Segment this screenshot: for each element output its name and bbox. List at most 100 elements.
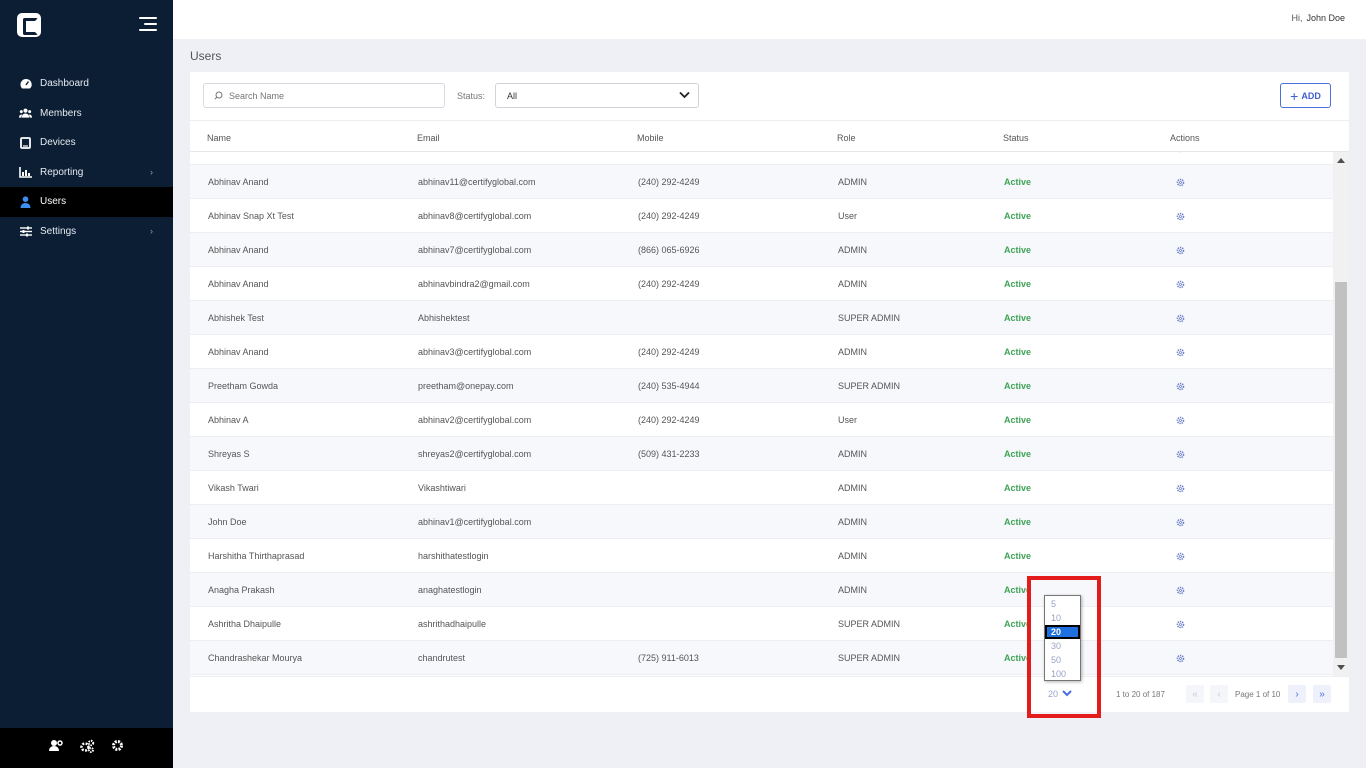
table-row[interactable]: Abhinav A abhinav2@certifyglobal.com (240)… (190, 403, 1333, 437)
gear-icon[interactable] (1176, 348, 1185, 359)
cell-role: SUPER ADMIN (838, 619, 901, 629)
gear-icon[interactable] (1176, 518, 1185, 529)
chevron-down-icon (1062, 689, 1072, 699)
table-row[interactable]: Harshitha Thirthaprasad harshithatestlogi… (190, 539, 1333, 573)
gear-icon[interactable] (1176, 178, 1185, 189)
cell-email: chandrutest (418, 653, 466, 663)
cell-status: Active (1004, 551, 1032, 561)
table-row[interactable]: John Doe abhinav1@certifyglobal.com ADMIN A… (190, 505, 1333, 539)
gear-icon[interactable] (1176, 382, 1185, 393)
add-button-label: ADD (1301, 90, 1321, 101)
page-size-option-5[interactable]: 5 (1045, 597, 1080, 611)
gear-icon[interactable] (1176, 416, 1185, 427)
search-input[interactable] (229, 90, 429, 101)
cell-status: Active (1004, 653, 1032, 663)
cogs-icon[interactable] (79, 739, 95, 758)
table-row[interactable]: Chandrashekar Mourya chandrutest (725) 911… (190, 641, 1333, 675)
cell-status: Active (1004, 347, 1032, 357)
gear-icon[interactable] (1176, 450, 1185, 461)
cell-name: Harshitha Thirthaprasad (208, 551, 305, 561)
cell-email: abhinav11@certifyglobal.com (418, 177, 536, 187)
search-icon (214, 87, 223, 105)
gear-icon[interactable] (1176, 280, 1185, 291)
scroll-down-arrow[interactable] (1337, 665, 1345, 670)
sidebar-item-settings[interactable]: Settings › (0, 217, 173, 247)
plus-icon: + (1290, 87, 1299, 104)
cell-name: Ashritha Dhaipulle (208, 619, 282, 629)
chevron-down-icon (679, 91, 690, 101)
app-logo[interactable] (17, 13, 41, 37)
cell-status: Active (1004, 177, 1032, 187)
table-row[interactable]: Abhinav Snap Xt Test abhinav8@certifyglob… (190, 199, 1333, 233)
gear-icon[interactable] (1176, 654, 1185, 665)
gear-icon[interactable] (1176, 212, 1185, 223)
cell-mobile: (240) 292-4249 (638, 279, 700, 289)
page-size-option-20[interactable]: 20 (1045, 625, 1080, 639)
sidebar-item-dashboard[interactable]: Dashboard (0, 69, 173, 99)
cell-mobile: (240) 292-4249 (638, 211, 700, 221)
pagination: 20 1 to 20 of 187 « ‹ Page 1 of 10 › » (190, 676, 1349, 712)
table-row[interactable]: Abhinav Anand abhinav7@certifyglobal.com (… (190, 233, 1333, 267)
column-header-status[interactable]: Status (1003, 133, 1029, 143)
add-user-button[interactable]: + ADD (1280, 83, 1331, 108)
column-header-role[interactable]: Role (837, 133, 856, 143)
table-row[interactable]: Preetham Gowda preetham@onepay.com (240) 5… (190, 369, 1333, 403)
gear-icon[interactable] (1176, 246, 1185, 257)
cell-role: ADMIN (838, 245, 867, 255)
table-row[interactable]: Anagha Prakash anaghatestlogin ADMIN Active (190, 573, 1333, 607)
status-filter-select[interactable]: All (495, 83, 699, 108)
table-row[interactable]: Abhinav Anand abhinav3@certifyglobal.com (… (190, 335, 1333, 369)
cell-email: ashrithadhaipulle (418, 619, 487, 629)
page-size-option-30[interactable]: 30 (1045, 639, 1080, 653)
table-row[interactable]: Abhinav Anand abhinav11@certifyglobal.com… (190, 165, 1333, 199)
cell-status: Active (1004, 381, 1032, 391)
table-scrollbar[interactable] (1333, 152, 1349, 676)
page-size-option-100[interactable]: 100 (1045, 667, 1080, 681)
table-row[interactable]: Ashritha Dhaipulle ashrithadhaipulle SUPER… (190, 607, 1333, 641)
column-header-name[interactable]: Name (207, 133, 231, 143)
table-row[interactable]: Vikash Twari Vikashtiwari ADMIN Active (190, 471, 1333, 505)
user-settings-icon[interactable] (49, 739, 63, 757)
status-filter-label: Status: (457, 91, 486, 101)
page-size-select[interactable]: 20 (1048, 689, 1072, 699)
page-size-option-10[interactable]: 10 (1045, 611, 1080, 625)
gear-icon[interactable] (1176, 484, 1185, 495)
scroll-thumb[interactable] (1335, 282, 1347, 658)
user-greeting[interactable]: Hi, John Doe (1291, 13, 1345, 23)
sidebar-footer (0, 728, 173, 768)
gear-icon[interactable] (1176, 152, 1185, 155)
table-row[interactable]: Abhishek Test Abhishektest SUPER ADMIN Acti… (190, 301, 1333, 335)
next-page-button[interactable]: › (1288, 685, 1306, 703)
sidebar-nav: Dashboard Members Devices Reporting › Users Se… (0, 69, 173, 246)
table-row[interactable]: Abhinav Anand abhinavbindra2@gmail.com (24… (190, 267, 1333, 301)
gear-icon[interactable] (1176, 586, 1185, 597)
search-box[interactable] (203, 83, 445, 108)
cell-status: Active (1004, 415, 1032, 425)
double-chevron-left-icon: « (1192, 688, 1198, 700)
page-size-dropdown: 5 10 20 30 50 100 (1044, 595, 1081, 681)
cell-role: SUPER ADMIN (838, 653, 901, 663)
gear-icon[interactable] (1176, 314, 1185, 325)
last-page-button[interactable]: » (1313, 685, 1331, 703)
page-size-option-50[interactable]: 50 (1045, 653, 1080, 667)
cell-role: User (838, 211, 858, 221)
menu-toggle-icon[interactable] (139, 16, 157, 32)
sidebar-item-devices[interactable]: Devices (0, 128, 173, 158)
column-header-mobile[interactable]: Mobile (637, 133, 664, 143)
sidebar-item-users[interactable]: Users (0, 187, 173, 217)
gear-icon[interactable] (1176, 620, 1185, 631)
gear-icon[interactable] (111, 739, 124, 757)
table-row[interactable]: Shreyas S shreyas2@certifyglobal.com (509)… (190, 437, 1333, 471)
first-page-button[interactable]: « (1186, 685, 1204, 703)
cell-role: ADMIN (838, 279, 867, 289)
cell-name: Shreyas S (208, 449, 250, 459)
previous-page-button[interactable]: ‹ (1210, 685, 1228, 703)
sidebar-item-members[interactable]: Members (0, 99, 173, 129)
gear-icon[interactable] (1176, 552, 1185, 563)
column-header-actions[interactable]: Actions (1170, 133, 1200, 143)
sidebar-item-reporting[interactable]: Reporting › (0, 158, 173, 188)
column-header-email[interactable]: Email (417, 133, 440, 143)
scroll-up-arrow[interactable] (1337, 158, 1345, 163)
sidebar-item-label: Devices (40, 137, 76, 149)
cell-name: Abhinav Anand (208, 279, 269, 289)
